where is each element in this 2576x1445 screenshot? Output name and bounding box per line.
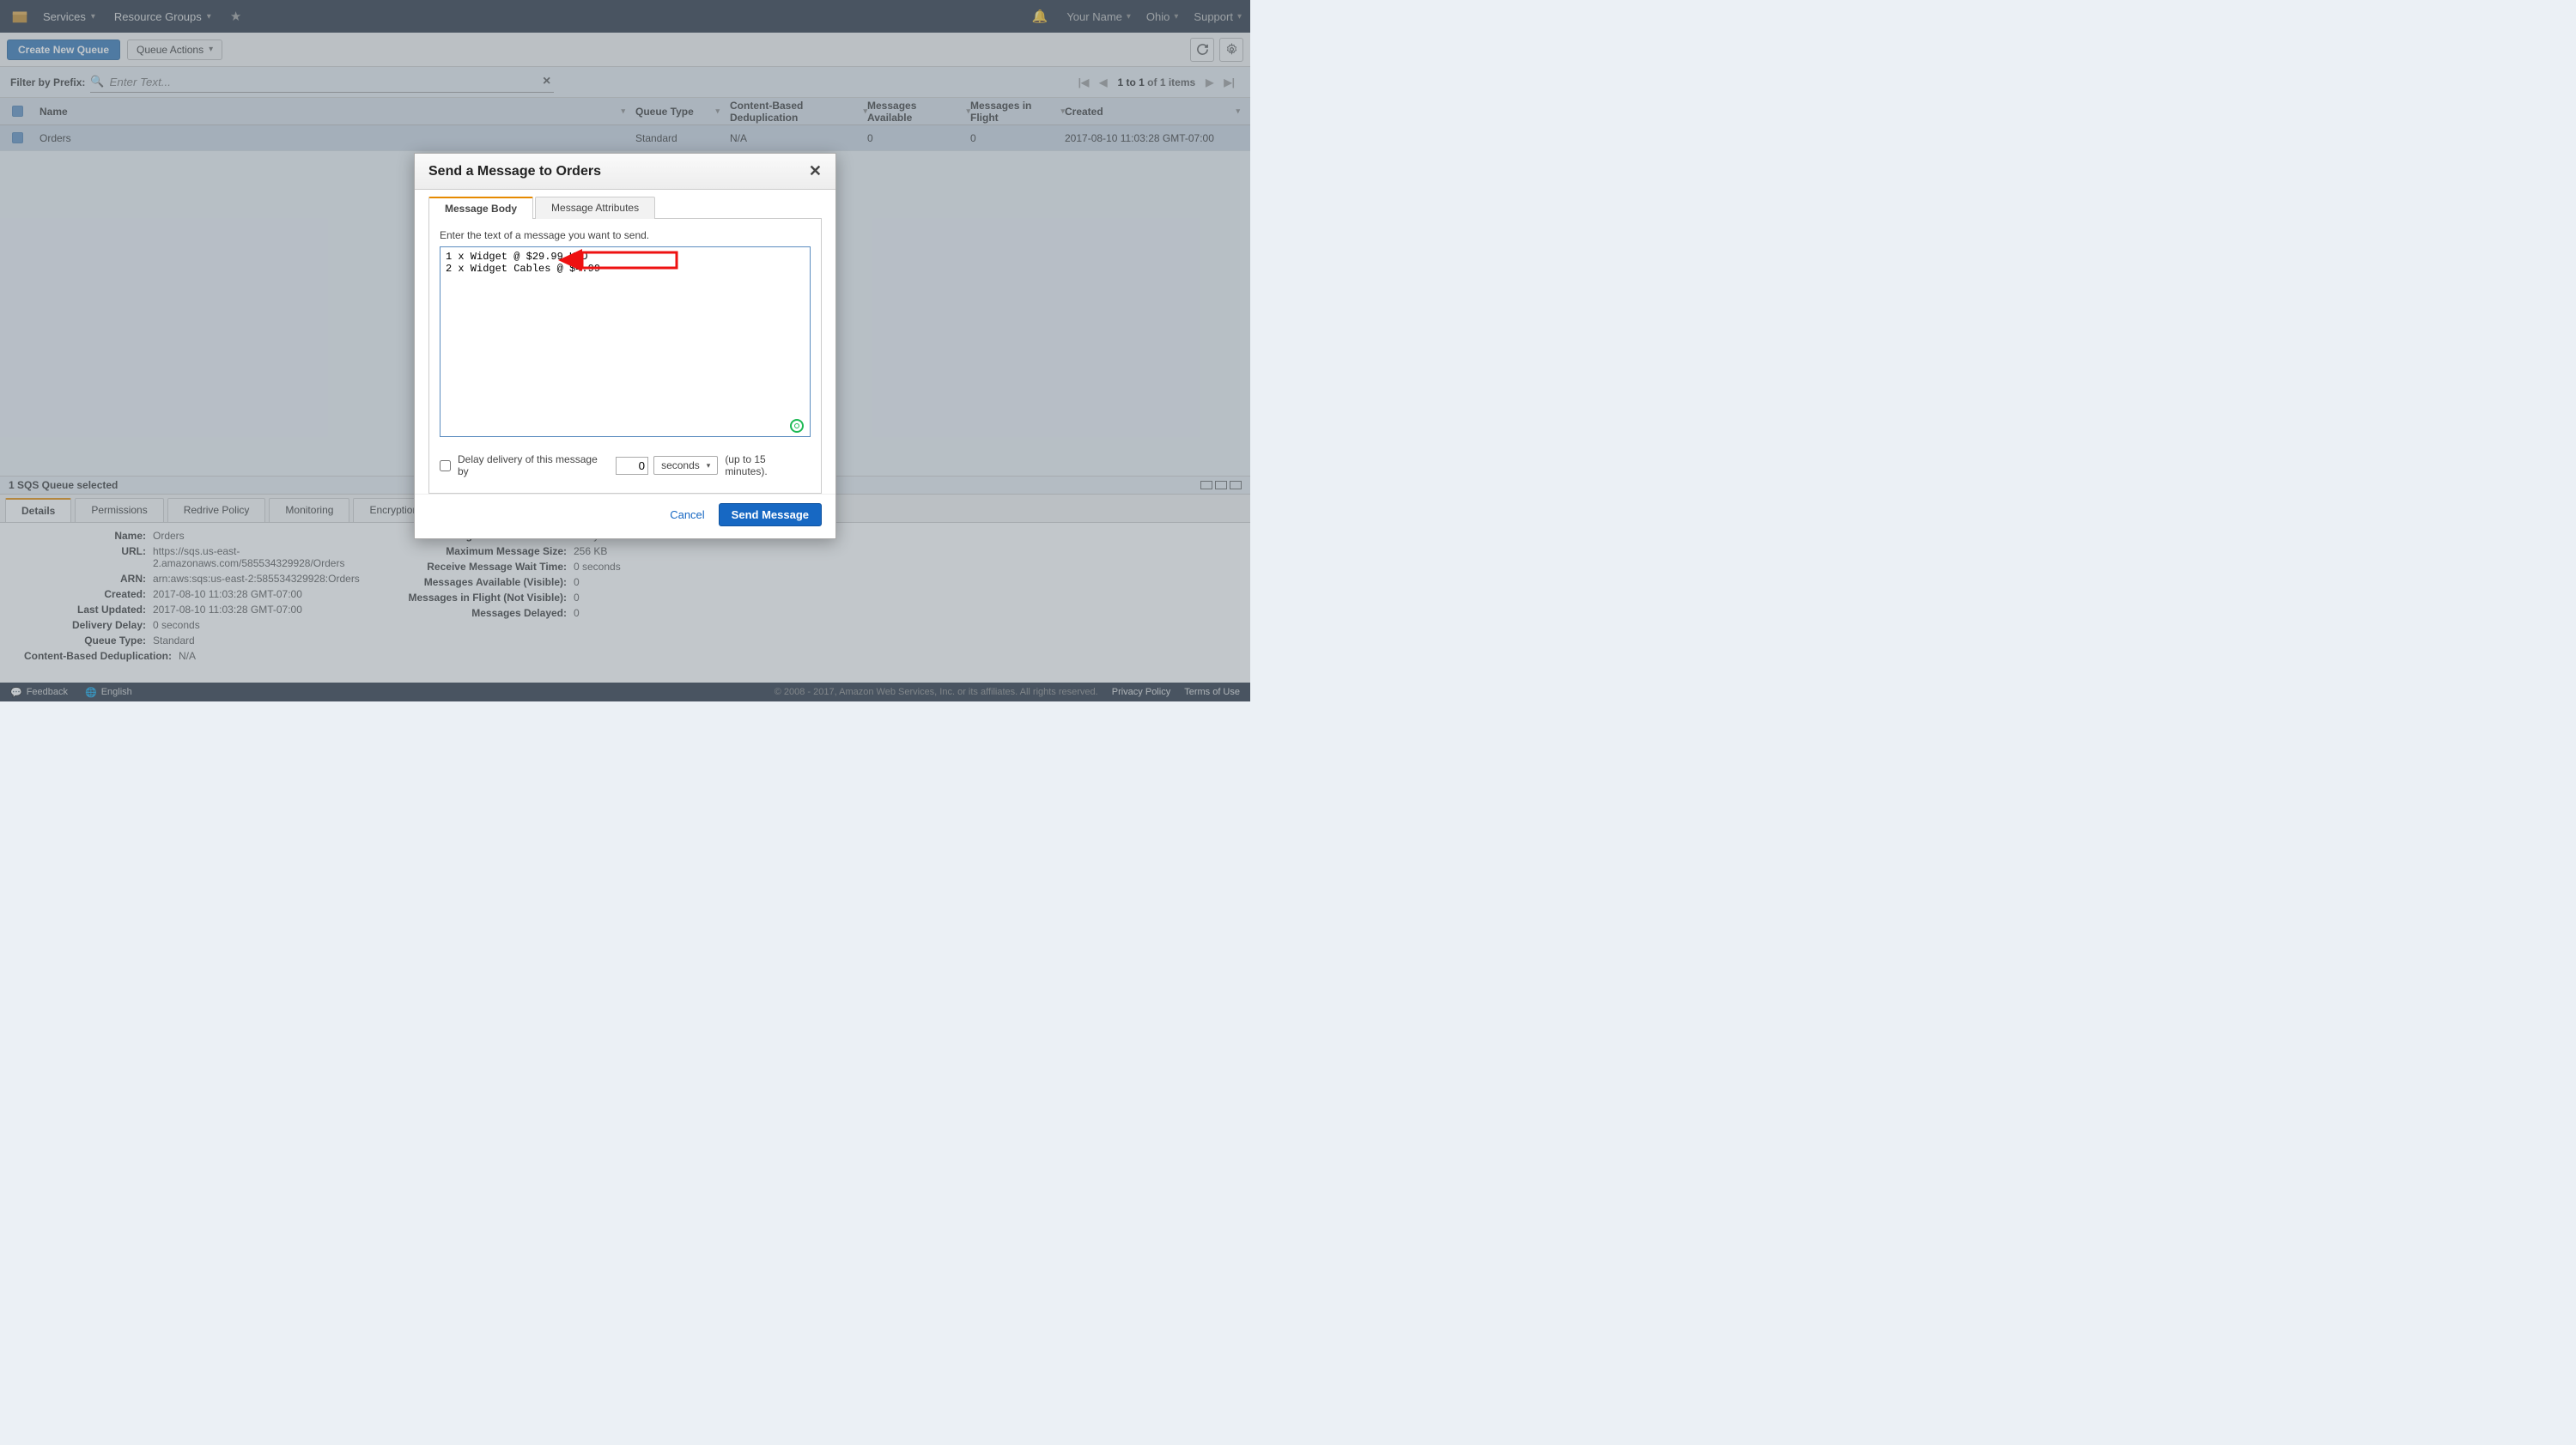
delay-checkbox[interactable] (440, 460, 451, 471)
grammarly-icon (790, 419, 804, 433)
modal-close-icon[interactable]: ✕ (809, 162, 822, 180)
message-body-textarea[interactable] (440, 246, 811, 437)
modal-overlay: Send a Message to Orders ✕ Message Body … (0, 0, 1250, 701)
delay-unit-select[interactable]: seconds▾ (653, 456, 718, 475)
send-message-button[interactable]: Send Message (719, 503, 822, 526)
delay-hint: (up to 15 minutes). (725, 453, 811, 477)
cancel-button[interactable]: Cancel (670, 508, 704, 521)
modal-tab-attributes[interactable]: Message Attributes (535, 197, 655, 219)
modal-title: Send a Message to Orders (428, 164, 601, 179)
delay-label: Delay delivery of this message by (458, 453, 611, 477)
modal-hint: Enter the text of a message you want to … (440, 229, 811, 241)
caret-down-icon: ▾ (707, 461, 711, 471)
send-message-modal: Send a Message to Orders ✕ Message Body … (414, 153, 836, 539)
delay-value-input[interactable] (616, 457, 648, 475)
modal-tab-body[interactable]: Message Body (428, 197, 533, 219)
